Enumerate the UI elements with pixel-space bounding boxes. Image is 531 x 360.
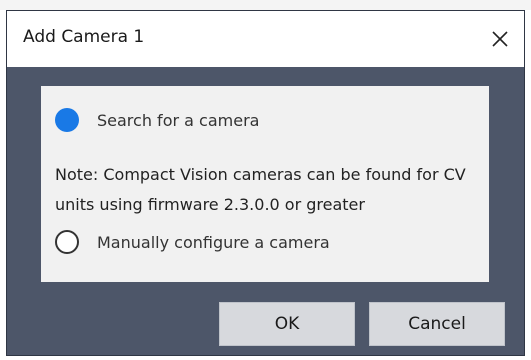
radio-search-camera[interactable]: Search for a camera <box>55 108 259 132</box>
close-button[interactable] <box>482 21 518 57</box>
ok-button[interactable]: OK <box>219 302 355 346</box>
close-icon <box>492 31 508 47</box>
radio-unchecked-icon[interactable] <box>55 230 79 254</box>
add-camera-dialog: Add Camera 1 Search for a camera Note: C… <box>6 10 525 356</box>
options-panel: Search for a camera Note: Compact Vision… <box>41 86 489 282</box>
dialog-title: Add Camera 1 <box>23 27 145 47</box>
radio-label-manual: Manually configure a camera <box>97 232 330 252</box>
radio-checked-icon[interactable] <box>55 108 79 132</box>
radio-label-search: Search for a camera <box>97 110 260 130</box>
cancel-button[interactable]: Cancel <box>369 302 505 346</box>
radio-manual-configure[interactable]: Manually configure a camera <box>55 230 330 254</box>
cropped-top-strip <box>0 0 531 10</box>
firmware-note: Note: Compact Vision cameras can be foun… <box>55 165 466 214</box>
title-bar: Add Camera 1 <box>7 11 524 67</box>
